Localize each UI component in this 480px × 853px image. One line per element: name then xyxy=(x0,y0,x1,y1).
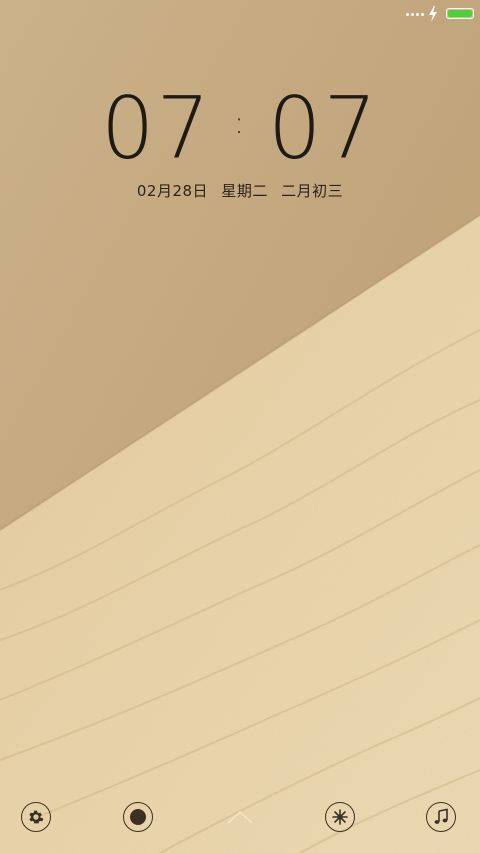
charging-bolt-icon xyxy=(429,6,437,22)
lockscreen-clock: 07:07 xyxy=(0,78,480,178)
clock-minute: 07 xyxy=(268,78,379,178)
record-icon xyxy=(130,809,146,825)
clock-separator: : xyxy=(233,106,247,141)
record-shortcut-button[interactable] xyxy=(123,802,153,832)
lockscreen-shortcuts xyxy=(0,798,480,838)
lockscreen: 07:07 02月28日 星期二 二月初三 xyxy=(0,0,480,853)
clock-hour: 07 xyxy=(101,78,212,178)
chevron-up-icon[interactable] xyxy=(227,810,253,824)
signal-dots-icon xyxy=(406,11,424,17)
music-shortcut-button[interactable] xyxy=(426,802,456,832)
lunar-date-text: 二月初三 xyxy=(281,182,344,200)
battery-icon xyxy=(446,8,474,19)
status-bar xyxy=(0,0,480,28)
flower-icon xyxy=(332,809,348,825)
date-line: 02月28日 星期二 二月初三 xyxy=(0,180,480,201)
music-note-icon xyxy=(434,808,448,824)
flower-shortcut-button[interactable] xyxy=(325,802,355,832)
settings-shortcut-button[interactable] xyxy=(21,802,51,832)
battery-level xyxy=(448,10,472,17)
weekday-text: 星期二 xyxy=(221,182,268,200)
date-text: 02月28日 xyxy=(136,182,209,200)
gear-icon xyxy=(29,810,44,824)
